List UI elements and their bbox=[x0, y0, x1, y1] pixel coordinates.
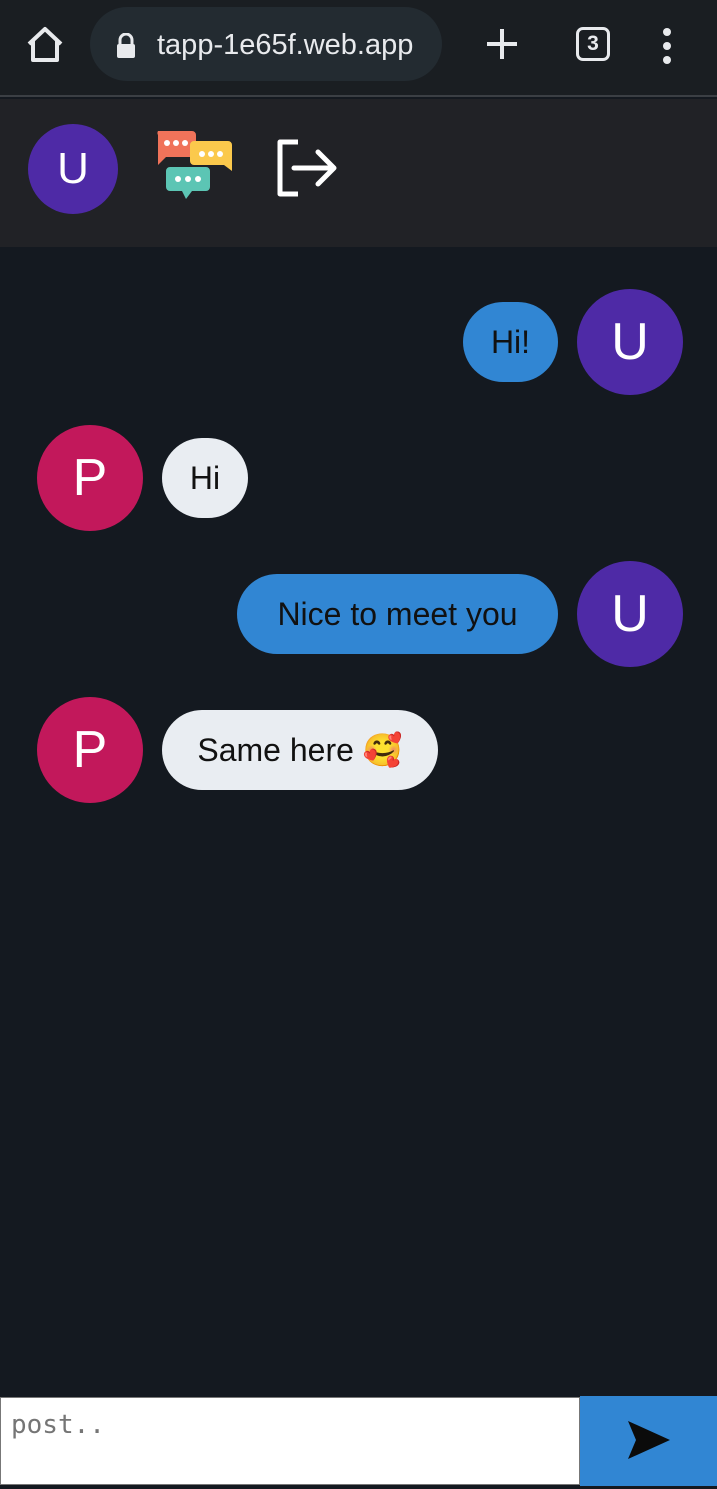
tab-switcher-button[interactable]: 3 bbox=[576, 27, 610, 61]
chat-bubbles-logo bbox=[152, 127, 236, 207]
avatar-initial: U bbox=[57, 144, 89, 193]
tab-count: 3 bbox=[587, 32, 599, 55]
browser-toolbar: tapp-1e65f.web.app 3 bbox=[0, 0, 717, 97]
message-composer bbox=[0, 1395, 717, 1489]
avatar-initial: U bbox=[611, 313, 649, 371]
partner-avatar: P bbox=[37, 697, 143, 803]
current-user-avatar[interactable]: U bbox=[28, 124, 118, 214]
message-text: Same here 🥰 bbox=[197, 732, 403, 768]
post-input[interactable] bbox=[0, 1397, 580, 1485]
message-bubble-received: Same here 🥰 bbox=[162, 710, 438, 790]
home-icon[interactable] bbox=[24, 24, 66, 66]
send-icon bbox=[626, 1419, 672, 1464]
message-text: Hi bbox=[189, 459, 221, 496]
message-bubble-sent: Nice to meet you bbox=[237, 574, 558, 654]
more-vert-icon[interactable] bbox=[658, 26, 676, 66]
url-text: tapp-1e65f.web.app bbox=[157, 29, 414, 61]
avatar-initial: P bbox=[72, 721, 108, 779]
send-button[interactable] bbox=[580, 1396, 717, 1486]
avatar-initial: P bbox=[72, 449, 108, 507]
partner-avatar: P bbox=[37, 425, 143, 531]
message-bubble-received: Hi bbox=[162, 438, 248, 518]
message-text: Hi! bbox=[490, 323, 531, 360]
user-avatar: U bbox=[577, 289, 683, 395]
logout-icon[interactable] bbox=[274, 137, 342, 199]
avatar-initial: U bbox=[611, 585, 649, 643]
address-bar[interactable]: tapp-1e65f.web.app bbox=[90, 7, 442, 81]
user-avatar: U bbox=[577, 561, 683, 667]
message-list: Hi! U P Hi Nice to meet you U P Same her… bbox=[0, 247, 717, 1395]
app-header: U bbox=[0, 99, 717, 247]
message-text: Nice to meet you bbox=[277, 595, 518, 632]
message-bubble-sent: Hi! bbox=[463, 302, 558, 382]
lock-icon bbox=[116, 32, 136, 59]
plus-icon[interactable] bbox=[484, 26, 520, 62]
